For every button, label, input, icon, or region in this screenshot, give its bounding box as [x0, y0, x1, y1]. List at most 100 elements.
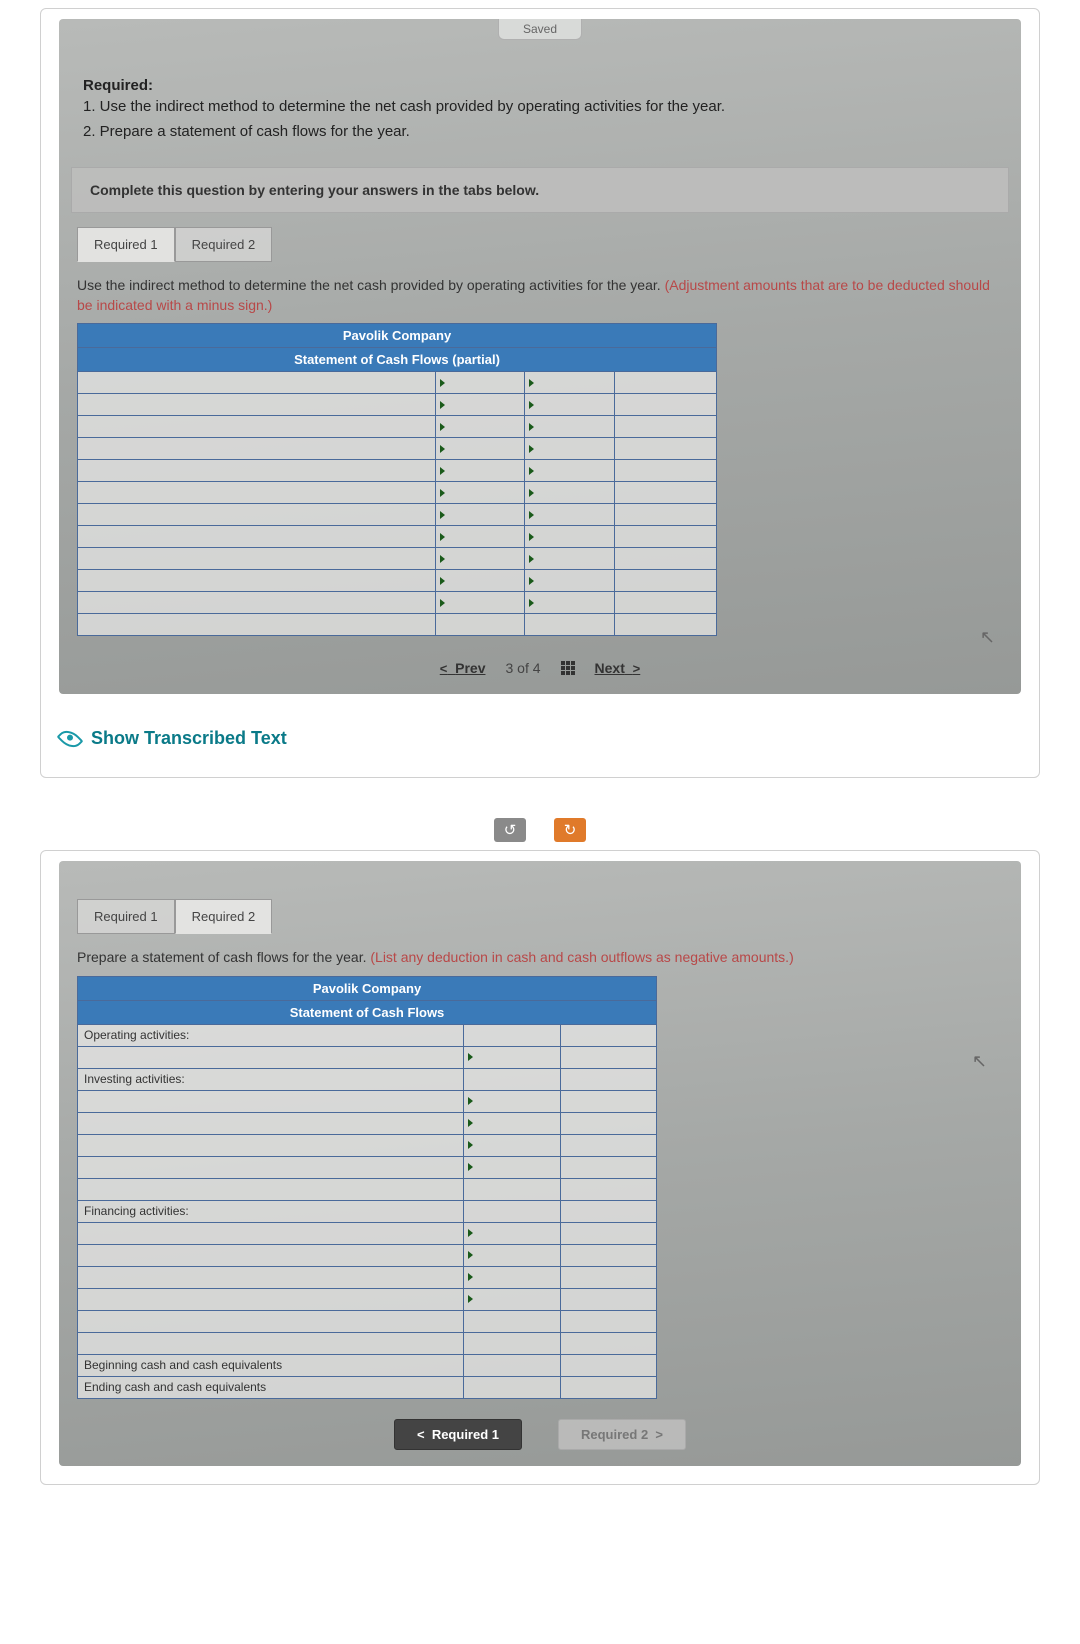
- ws2-desc[interactable]: [78, 1332, 464, 1354]
- ws1-amt-a[interactable]: [435, 482, 524, 504]
- prev-button[interactable]: < Prev: [440, 660, 486, 676]
- ws1-amt-a[interactable]: [435, 460, 524, 482]
- ws1-desc[interactable]: [78, 548, 436, 570]
- ws2-amt[interactable]: [560, 1244, 657, 1266]
- ws2-amt[interactable]: [560, 1178, 657, 1200]
- ws1-amt-b[interactable]: [525, 570, 614, 592]
- ws1-amt-c[interactable]: [614, 592, 716, 614]
- ws2-desc[interactable]: [78, 1134, 464, 1156]
- ws1-amt-a[interactable]: [435, 504, 524, 526]
- ws1-amt-c[interactable]: [614, 482, 716, 504]
- ws1-amt-a[interactable]: [435, 548, 524, 570]
- ws1-desc[interactable]: [78, 526, 436, 548]
- ws2-amt[interactable]: [464, 1288, 560, 1310]
- tab-required-1[interactable]: Required 1: [77, 899, 175, 934]
- tab-required-1[interactable]: Required 1: [77, 227, 175, 262]
- ws1-amt-c[interactable]: [614, 372, 716, 394]
- ws1-amt-c[interactable]: [614, 548, 716, 570]
- ws1-amt-a[interactable]: [435, 416, 524, 438]
- ws2-amt[interactable]: [464, 1046, 560, 1068]
- ws1-amt-c[interactable]: [614, 438, 716, 460]
- ws2-amt[interactable]: [560, 1134, 657, 1156]
- ws1-desc[interactable]: [78, 394, 436, 416]
- ws2-amt[interactable]: [560, 1222, 657, 1244]
- ws1-amt-b[interactable]: [525, 482, 614, 504]
- ws1-amt-a[interactable]: [435, 570, 524, 592]
- ws2-amt[interactable]: [464, 1134, 560, 1156]
- ws2-amt[interactable]: [464, 1090, 560, 1112]
- ws2-desc[interactable]: [78, 1112, 464, 1134]
- ws2-amt[interactable]: [464, 1222, 560, 1244]
- ws1-desc[interactable]: [78, 592, 436, 614]
- tab-required-2[interactable]: Required 2: [175, 227, 273, 262]
- ws2-amt[interactable]: [464, 1156, 560, 1178]
- ws1-amt-b[interactable]: [525, 504, 614, 526]
- ws1-amt-b[interactable]: [525, 548, 614, 570]
- ws2-amt[interactable]: [560, 1024, 657, 1046]
- ws2-desc[interactable]: [78, 1156, 464, 1178]
- ws1-amt-b[interactable]: [525, 614, 614, 636]
- ws1-amt-a[interactable]: [435, 394, 524, 416]
- ws1-amt-b[interactable]: [525, 416, 614, 438]
- ws1-amt-b[interactable]: [525, 526, 614, 548]
- ws2-amt[interactable]: [464, 1112, 560, 1134]
- ws2-amt[interactable]: [464, 1024, 560, 1046]
- ws1-amt-c[interactable]: [614, 570, 716, 592]
- ws2-desc[interactable]: [78, 1266, 464, 1288]
- ws2-amt[interactable]: [560, 1046, 657, 1068]
- ws1-amt-a[interactable]: [435, 592, 524, 614]
- ws1-amt-c[interactable]: [614, 526, 716, 548]
- ws2-amt[interactable]: [464, 1354, 560, 1376]
- ws2-amt[interactable]: [464, 1310, 560, 1332]
- ws1-desc[interactable]: [78, 570, 436, 592]
- ws1-desc[interactable]: [78, 438, 436, 460]
- ws2-amt[interactable]: [464, 1068, 560, 1090]
- ws2-amt[interactable]: [560, 1266, 657, 1288]
- ws1-amt-b[interactable]: [525, 394, 614, 416]
- ws2-desc[interactable]: [78, 1178, 464, 1200]
- ws1-amt-b[interactable]: [525, 438, 614, 460]
- ws2-amt[interactable]: [560, 1090, 657, 1112]
- ws1-amt-b[interactable]: [525, 372, 614, 394]
- ws2-amt[interactable]: [464, 1332, 560, 1354]
- ws2-desc[interactable]: [78, 1310, 464, 1332]
- ws1-desc[interactable]: [78, 460, 436, 482]
- ws2-amt[interactable]: [560, 1310, 657, 1332]
- ws1-desc[interactable]: [78, 504, 436, 526]
- ws2-amt[interactable]: [560, 1112, 657, 1134]
- ws2-amt[interactable]: [560, 1288, 657, 1310]
- nav-back-required-1[interactable]: < Required 1: [394, 1419, 522, 1450]
- ws2-desc[interactable]: [78, 1090, 464, 1112]
- ws1-amt-a[interactable]: [435, 372, 524, 394]
- ws2-amt[interactable]: [464, 1200, 560, 1222]
- ws2-desc[interactable]: [78, 1244, 464, 1266]
- ws2-desc[interactable]: [78, 1288, 464, 1310]
- ws2-amt[interactable]: [464, 1244, 560, 1266]
- rotate-right-button[interactable]: ↻: [554, 818, 586, 842]
- next-button[interactable]: Next >: [595, 660, 641, 676]
- ws1-amt-c[interactable]: [614, 614, 716, 636]
- ws2-amt[interactable]: [464, 1376, 560, 1398]
- ws2-desc[interactable]: [78, 1046, 464, 1068]
- ws2-amt[interactable]: [464, 1178, 560, 1200]
- nav-forward-required-2[interactable]: Required 2 >: [558, 1419, 686, 1450]
- ws1-amt-c[interactable]: [614, 460, 716, 482]
- ws2-amt[interactable]: [560, 1200, 657, 1222]
- ws2-amt[interactable]: [560, 1156, 657, 1178]
- rotate-left-button[interactable]: ↺: [494, 818, 526, 842]
- ws1-amt-a[interactable]: [435, 526, 524, 548]
- grid-icon[interactable]: [561, 661, 575, 675]
- ws1-amt-b[interactable]: [525, 460, 614, 482]
- ws1-desc[interactable]: [78, 614, 436, 636]
- ws1-amt-b[interactable]: [525, 592, 614, 614]
- ws1-amt-c[interactable]: [614, 416, 716, 438]
- tab-required-2[interactable]: Required 2: [175, 899, 273, 934]
- ws2-desc[interactable]: [78, 1222, 464, 1244]
- ws1-amt-c[interactable]: [614, 504, 716, 526]
- ws1-amt-c[interactable]: [614, 394, 716, 416]
- ws1-amt-a[interactable]: [435, 614, 524, 636]
- ws2-amt[interactable]: [560, 1354, 657, 1376]
- ws1-amt-a[interactable]: [435, 438, 524, 460]
- ws1-desc[interactable]: [78, 416, 436, 438]
- ws1-desc[interactable]: [78, 482, 436, 504]
